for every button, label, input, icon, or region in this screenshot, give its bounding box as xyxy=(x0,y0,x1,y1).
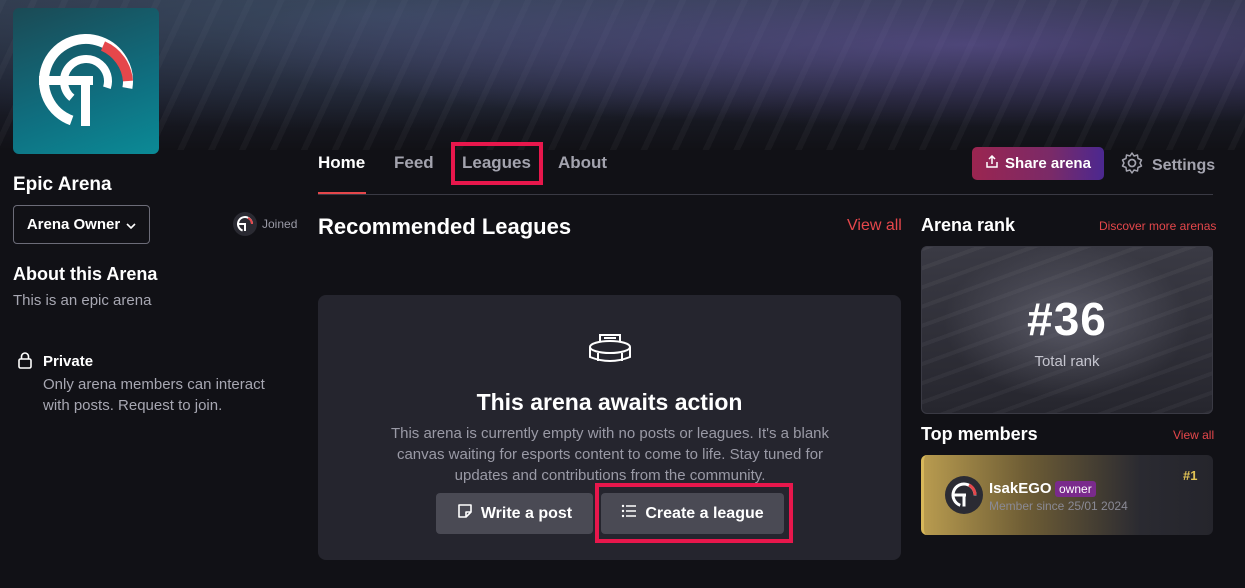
create-league-highlight xyxy=(595,483,793,543)
arena-logo-icon xyxy=(39,34,133,128)
recommended-leagues-title: Recommended Leagues xyxy=(318,214,572,239)
note-icon xyxy=(457,503,473,524)
joined-indicator: Joined xyxy=(233,212,297,236)
arena-name: Epic Arena xyxy=(13,174,112,195)
privacy-title: Private xyxy=(43,353,94,370)
share-arena-button[interactable]: Share arena xyxy=(972,147,1104,180)
arena-avatar-icon xyxy=(233,212,257,236)
empty-state-description: This arena is currently empty with no po… xyxy=(390,425,830,484)
write-post-button[interactable]: Write a post xyxy=(436,493,593,534)
privacy-description: Only arena members can interact with pos… xyxy=(43,376,265,414)
write-post-label: Write a post xyxy=(480,504,573,522)
view-all-leagues-link[interactable]: View all xyxy=(847,217,902,235)
joined-label: Joined xyxy=(262,217,298,231)
gear-icon xyxy=(1120,151,1144,180)
avatar xyxy=(945,476,983,514)
rank-value: #36 xyxy=(1027,293,1107,345)
member-since: Member since 25/01 2024 xyxy=(989,499,1128,513)
arena-logo xyxy=(13,8,159,154)
about-description: This is an epic arena xyxy=(13,292,152,309)
empty-state-title: This arena awaits action xyxy=(476,389,743,415)
leagues-tab-highlight xyxy=(451,142,543,185)
settings-label: Settings xyxy=(1152,156,1216,174)
discover-arenas-link[interactable]: Discover more arenas xyxy=(1099,219,1216,233)
about-title: About this Arena xyxy=(13,264,158,284)
share-icon xyxy=(985,154,999,173)
chevron-down-icon xyxy=(126,216,136,233)
tab-home[interactable]: Home xyxy=(318,153,365,173)
role-label: Arena Owner xyxy=(26,216,121,233)
member-name: IsakEGO xyxy=(989,480,1052,497)
arena-rank-title: Arena rank xyxy=(921,215,1016,235)
tabs-divider xyxy=(318,194,1213,195)
settings-button[interactable]: Settings xyxy=(1120,151,1215,180)
share-label: Share arena xyxy=(1005,155,1091,172)
stadium-icon xyxy=(586,330,634,375)
owner-badge: owner xyxy=(1055,481,1096,497)
arena-banner xyxy=(0,0,1245,150)
rank-label: Total rank xyxy=(1034,353,1100,370)
lock-icon xyxy=(18,352,32,374)
tab-about[interactable]: About xyxy=(558,153,607,173)
top-members-title: Top members xyxy=(921,424,1038,444)
arena-role-dropdown[interactable]: Arena Owner xyxy=(13,205,150,244)
member-rank: #1 xyxy=(1183,468,1198,483)
view-all-members-link[interactable]: View all xyxy=(1173,428,1214,442)
tab-feed[interactable]: Feed xyxy=(394,153,434,173)
